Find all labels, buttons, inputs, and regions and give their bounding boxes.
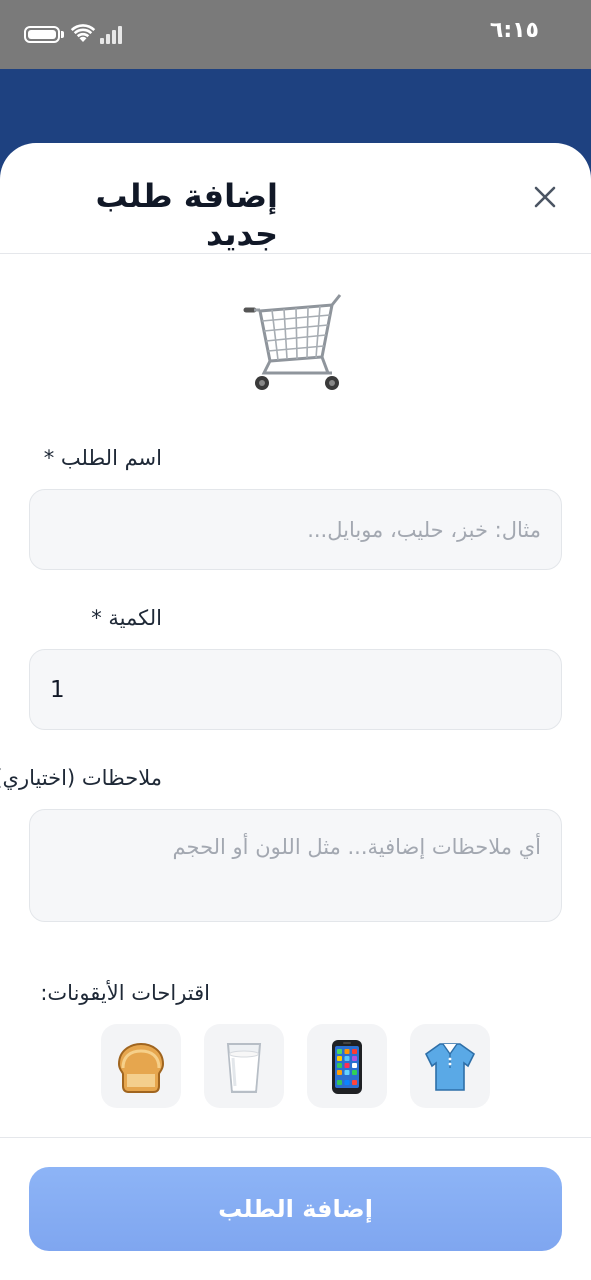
shopping-cart-icon [240,291,350,396]
shirt-icon [424,1043,476,1091]
battery-nub [61,31,64,38]
add-order-sheet: إضافة طلب جديد اسم الطلب * مثال: خبز، حل… [0,143,591,1280]
quantity-input[interactable] [29,649,562,730]
status-bar: ٦:١٥ [0,0,591,69]
order-name-input[interactable] [29,489,562,570]
mobile-phone-icon [332,1040,362,1094]
sheet-title: إضافة طلب جديد [95,177,278,253]
suggestion-shirt[interactable] [410,1024,490,1108]
footer-divider [0,1137,591,1138]
suggestion-bread[interactable] [101,1024,181,1108]
suggestion-mobile[interactable] [307,1024,387,1108]
close-button[interactable] [529,181,561,213]
add-order-button[interactable]: إضافة الطلب [29,1167,562,1251]
quantity-label: الكمية * [91,606,162,630]
icon-suggestions-label: اقتراحات الأيقونات: [40,981,210,1005]
battery-icon [24,26,60,43]
notes-textarea[interactable] [29,809,562,922]
status-time: ٦:١٥ [489,18,539,43]
cellular-signal-icon [100,26,126,44]
bread-icon [117,1042,165,1093]
close-icon [534,186,556,208]
wifi-icon [70,24,96,42]
notes-label: ملاحظات (اختياري) [0,766,162,790]
sheet-header: إضافة طلب جديد [0,143,591,254]
name-label: اسم الطلب * [43,446,162,470]
suggestion-milk[interactable] [204,1024,284,1108]
milk-glass-icon [226,1043,262,1093]
